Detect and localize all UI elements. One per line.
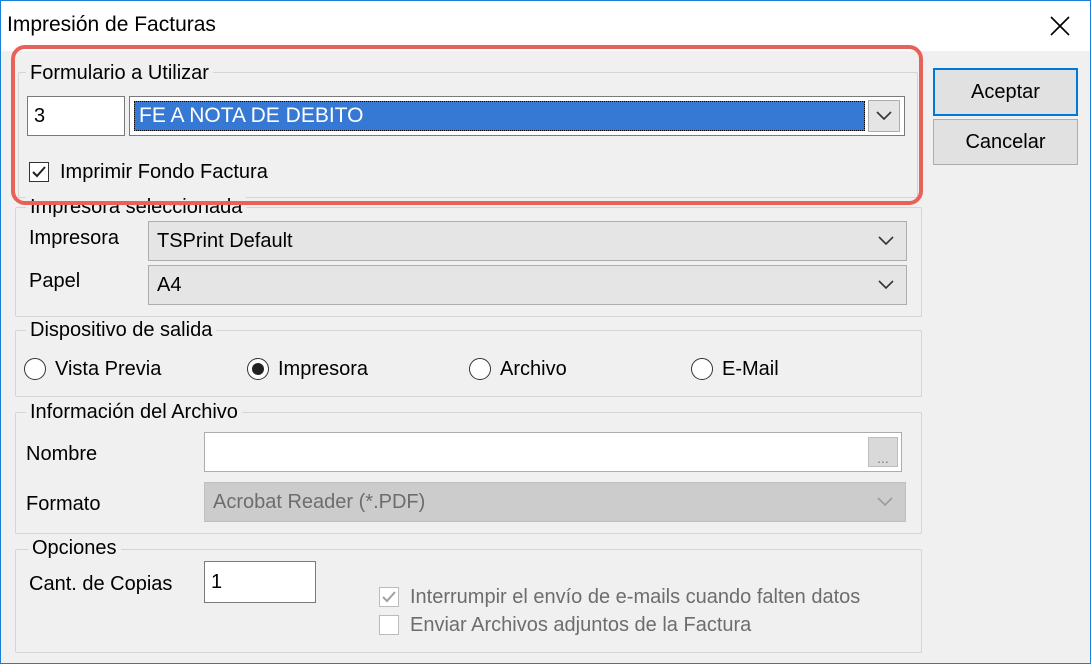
file-name-label: Nombre [26,443,98,465]
form-code-input[interactable]: 3 [27,96,125,136]
accept-button[interactable]: Aceptar [933,68,1078,116]
file-format-select[interactable]: Acrobat Reader (*.PDF) [204,482,906,522]
radio-selected-dot [252,363,264,375]
file-name-input[interactable] [204,432,902,472]
print-background-checkbox[interactable] [29,162,49,182]
output-group-legend: Dispositivo de salida [26,319,217,341]
attach-files-label: Enviar Archivos adjuntos de la Factura [410,614,752,636]
close-button[interactable] [1030,1,1090,51]
form-group-legend: Formulario a Utilizar [26,62,213,84]
close-icon [1050,16,1070,36]
attach-files-checkbox[interactable] [379,615,399,635]
interrupt-emails-checkbox[interactable] [379,587,399,607]
output-radio-email[interactable] [691,358,713,380]
output-radio-printer[interactable] [247,358,269,380]
chevron-down-icon [876,111,892,121]
paper-select[interactable]: A4 [148,265,907,305]
output-label-preview: Vista Previa [55,358,162,380]
file-format-value: Acrobat Reader (*.PDF) [213,490,426,513]
title-bar: Impresión de Facturas [1,1,1090,51]
printer-select-value: TSPrint Default [157,229,293,252]
print-invoices-dialog: Impresión de Facturas Formulario a Utili… [0,0,1091,664]
file-info-group-legend: Información del Archivo [26,401,242,423]
printer-select[interactable]: TSPrint Default [148,221,907,261]
options-group-legend: Opciones [28,537,121,559]
checkmark-icon [382,591,396,603]
paper-select-value: A4 [157,273,182,296]
printer-label: Impresora [29,227,120,249]
output-label-email: E-Mail [722,358,779,380]
file-format-label: Formato [26,493,101,515]
chevron-down-icon [878,280,894,290]
output-label-printer: Impresora [278,358,369,380]
output-radio-file[interactable] [469,358,491,380]
form-select-dropdown[interactable] [868,100,900,132]
form-select[interactable]: FE A NOTA DE DEBITO [129,96,905,136]
paper-label: Papel [29,270,81,292]
browse-button[interactable]: ... [868,437,898,467]
output-label-file: Archivo [500,358,567,380]
copies-input[interactable]: 1 [204,561,316,603]
chevron-down-icon [877,497,893,507]
copies-label: Cant. de Copias [29,573,173,595]
interrupt-emails-label: Interrumpir el envío de e-mails cuando f… [410,586,861,608]
print-background-label: Imprimir Fondo Factura [60,161,268,183]
browse-button-label: ... [877,450,889,466]
cancel-button[interactable]: Cancelar [933,119,1078,165]
printer-group-legend: Impresora seleccionada [26,196,247,218]
checkmark-icon [32,166,46,178]
form-select-text: FE A NOTA DE DEBITO [139,104,364,127]
output-radio-preview[interactable] [24,358,46,380]
chevron-down-icon [878,236,894,246]
window-title: Impresión de Facturas [7,13,216,36]
form-select-value: FE A NOTA DE DEBITO [134,101,865,131]
